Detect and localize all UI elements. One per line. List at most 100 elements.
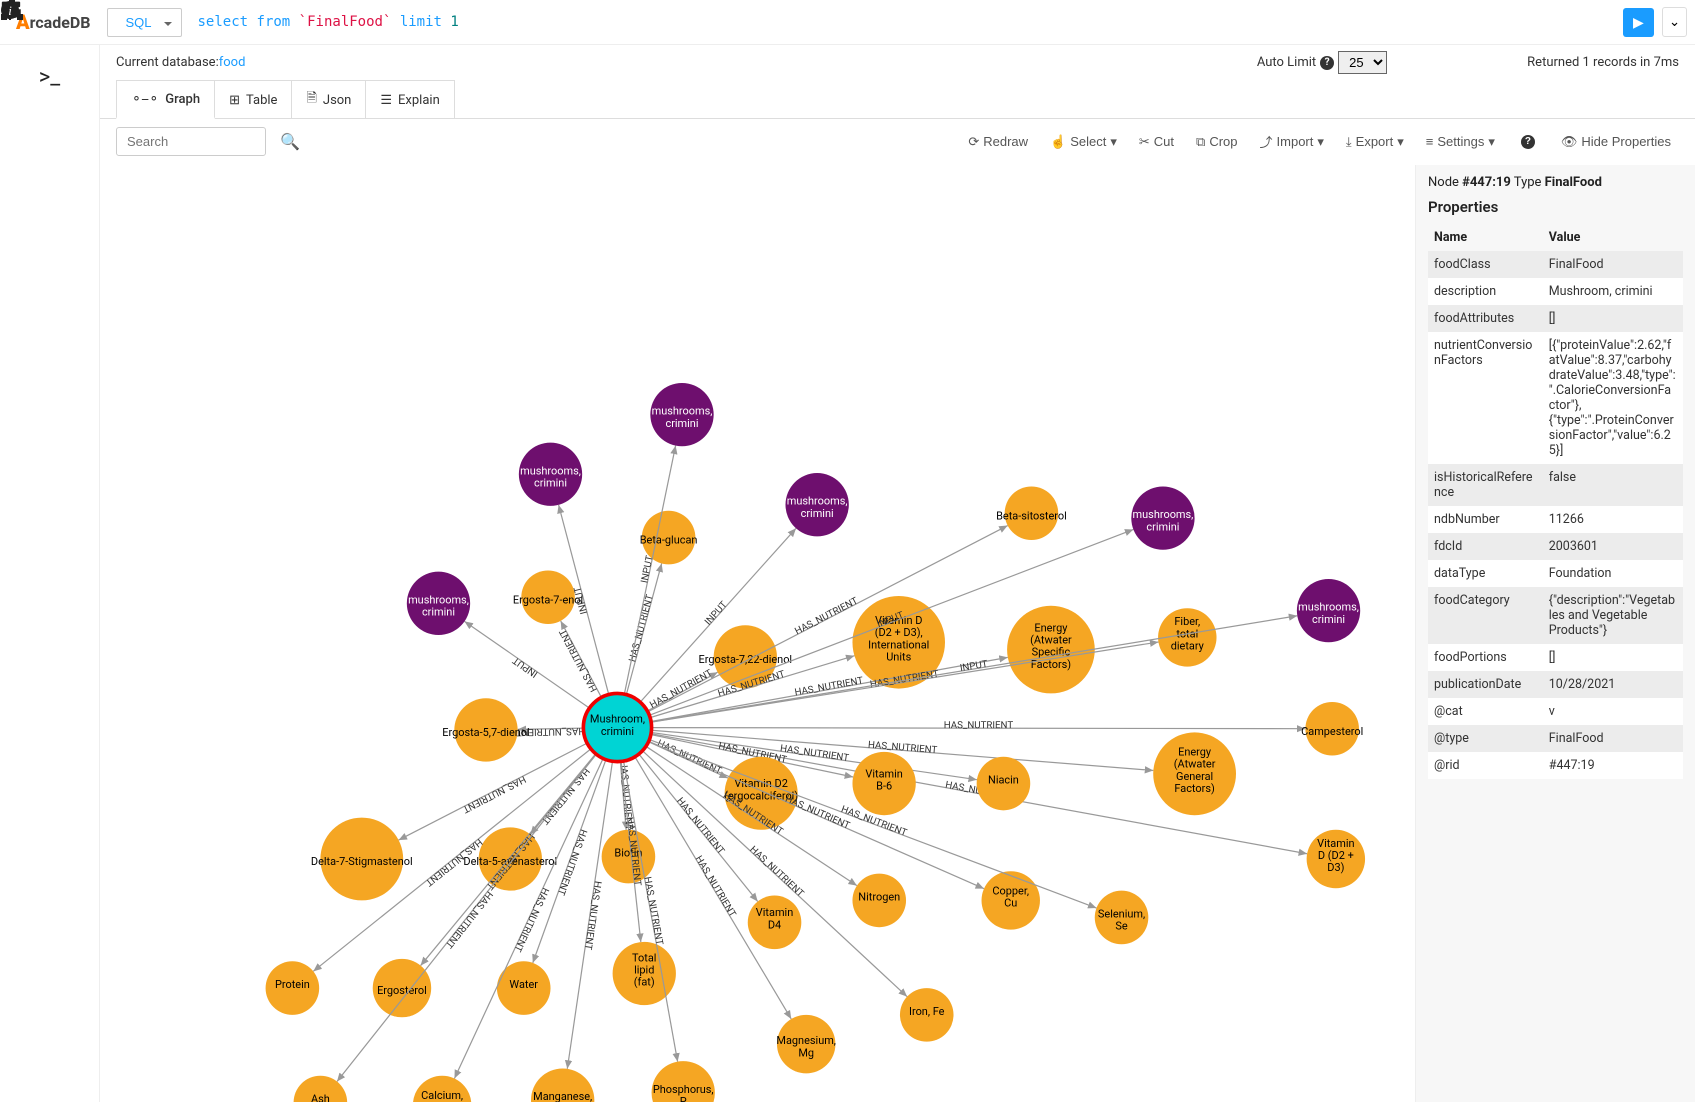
svg-text:INPUT: INPUT	[703, 599, 730, 627]
terminal-icon[interactable]: >_	[39, 65, 60, 90]
chevron-down-icon: ▾	[1488, 134, 1495, 150]
graph-node[interactable]	[413, 1076, 471, 1102]
graph-node[interactable]	[652, 1061, 715, 1102]
import-button[interactable]: ⤴Import ▾	[1252, 128, 1332, 155]
cut-button[interactable]: ✂Cut	[1131, 130, 1182, 154]
graph-icon: ⚬⎯⚬	[131, 92, 159, 107]
th-value: Value	[1543, 224, 1683, 251]
autolimit-label: Auto Limit	[1257, 55, 1316, 70]
eye-off-icon: 👁	[1561, 134, 1578, 150]
property-name: @type	[1428, 725, 1543, 752]
crop-button[interactable]: ⧉Crop	[1188, 130, 1245, 154]
graph-node[interactable]	[748, 896, 802, 950]
select-button[interactable]: ☝Select ▾	[1042, 130, 1125, 154]
property-value: 2003601	[1543, 533, 1683, 560]
svg-text:HAS_NUTRIENT: HAS_NUTRIENT	[655, 738, 723, 777]
tab-graph[interactable]: ⚬⎯⚬Graph	[116, 80, 215, 119]
property-value: Foundation	[1543, 560, 1683, 587]
property-value: 11266	[1543, 506, 1683, 533]
property-row: @rid#447:19	[1428, 752, 1683, 779]
settings-button[interactable]: ≡Settings ▾	[1418, 130, 1503, 154]
json-icon: 🗎	[306, 89, 316, 111]
help-button[interactable]: ?	[1509, 131, 1547, 153]
graph-node[interactable]	[320, 818, 403, 901]
download-icon: ⤓	[1346, 134, 1352, 150]
list-icon: ☰	[380, 93, 392, 108]
graph-node[interactable]	[852, 752, 915, 815]
search-button[interactable]: 🔍	[272, 128, 308, 156]
graph-node[interactable]	[982, 871, 1040, 929]
svg-text:HAS_NUTRIENT: HAS_NUTRIENT	[693, 854, 738, 919]
property-value: {"description":"Vegetables and Vegetable…	[1543, 587, 1683, 644]
graph-node[interactable]	[266, 961, 320, 1015]
status-row: Current database: food Auto Limit ? 25 R…	[100, 45, 1695, 80]
property-row: foodAttributes[]	[1428, 305, 1683, 332]
tab-table[interactable]: ⊞Table	[215, 80, 292, 119]
node-heading: Node #447:19 Type FinalFood	[1428, 175, 1683, 190]
hide-properties-button[interactable]: 👁Hide Properties	[1553, 130, 1679, 154]
graph-node[interactable]	[650, 383, 713, 446]
logo-text: rcadeDB	[30, 13, 91, 32]
graph-node[interactable]	[373, 959, 431, 1017]
property-name: @rid	[1428, 752, 1543, 779]
topbar: ArcadeDB SQL select from `FinalFood` lim…	[0, 0, 1695, 45]
property-value: v	[1543, 698, 1683, 725]
graph-node[interactable]	[407, 572, 470, 635]
graph-node[interactable]	[1305, 702, 1359, 756]
language-select-wrap: SQL	[107, 8, 182, 37]
current-db-name[interactable]: food	[219, 55, 246, 70]
graph-node[interactable]	[1297, 579, 1360, 642]
graph-node[interactable]	[521, 570, 575, 624]
properties-heading: Properties	[1428, 198, 1683, 216]
graph-node-selected[interactable]	[583, 693, 651, 761]
export-button[interactable]: ⤓Export ▾	[1338, 130, 1412, 154]
graph-node[interactable]	[785, 473, 848, 536]
table-icon: ⊞	[229, 93, 240, 108]
property-value: FinalFood	[1543, 725, 1683, 752]
property-name: @cat	[1428, 698, 1543, 725]
run-button[interactable]: ▶	[1623, 8, 1654, 37]
graph-node[interactable]	[1153, 732, 1236, 815]
graph-canvas[interactable]: HAS_NUTRIENTBeta-glucanHAS_NUTRIENTErgos…	[100, 165, 1415, 1102]
graph-node[interactable]	[1007, 606, 1095, 694]
redraw-button[interactable]: ⟳Redraw	[960, 130, 1036, 154]
svg-text:HAS_NUTRIENT: HAS_NUTRIENT	[641, 876, 664, 946]
tab-explain[interactable]: ☰Explain	[366, 80, 454, 119]
graph-node[interactable]	[977, 757, 1031, 811]
view-tabs: ⚬⎯⚬Graph ⊞Table 🗎Json ☰Explain	[100, 80, 1695, 119]
property-row: fdcId2003601	[1428, 533, 1683, 560]
property-value: [{"proteinValue":2.62,"fatValue":8.37,"c…	[1543, 332, 1683, 464]
property-name: foodClass	[1428, 251, 1543, 278]
graph-node[interactable]	[1005, 486, 1059, 540]
graph-node[interactable]	[777, 1015, 835, 1073]
search-input[interactable]	[116, 127, 266, 156]
graph-node[interactable]	[1095, 891, 1149, 945]
help-icon[interactable]: ?	[1320, 56, 1334, 70]
properties-table: NameValue foodClassFinalFooddescriptionM…	[1428, 224, 1683, 779]
svg-text:HAS_NUTRIENT: HAS_NUTRIENT	[423, 836, 484, 888]
property-row: isHistoricalReferencefalse	[1428, 464, 1683, 506]
result-status: Returned 1 records in 7ms	[1527, 55, 1679, 70]
graph-node[interactable]	[519, 443, 582, 506]
property-name: ndbNumber	[1428, 506, 1543, 533]
graph-node[interactable]	[1307, 830, 1365, 888]
svg-text:HAS_NUTRIENT: HAS_NUTRIENT	[511, 886, 550, 954]
graph-node[interactable]	[1131, 486, 1194, 549]
graph-node[interactable]	[454, 698, 517, 761]
graph-node[interactable]	[852, 874, 906, 928]
svg-text:HAS_NUTRIENT: HAS_NUTRIENT	[627, 593, 656, 663]
autolimit-select[interactable]: 25	[1338, 51, 1387, 74]
run-options-caret[interactable]: ⌄	[1662, 7, 1687, 37]
property-name: foodAttributes	[1428, 305, 1543, 332]
scissors-icon: ✂	[1139, 134, 1150, 150]
chevron-down-icon: ▾	[1317, 134, 1324, 150]
chevron-down-icon: ⌄	[1669, 14, 1680, 29]
property-row: foodClassFinalFood	[1428, 251, 1683, 278]
graph-node[interactable]	[613, 942, 676, 1005]
graph-node[interactable]	[900, 988, 954, 1042]
query-editor[interactable]: select from `FinalFood` limit 1	[190, 6, 1616, 38]
property-value: Mushroom, crimini	[1543, 278, 1683, 305]
tab-json[interactable]: 🗎Json	[292, 80, 366, 119]
graph-node[interactable]	[531, 1068, 594, 1102]
language-select[interactable]: SQL	[107, 8, 182, 37]
